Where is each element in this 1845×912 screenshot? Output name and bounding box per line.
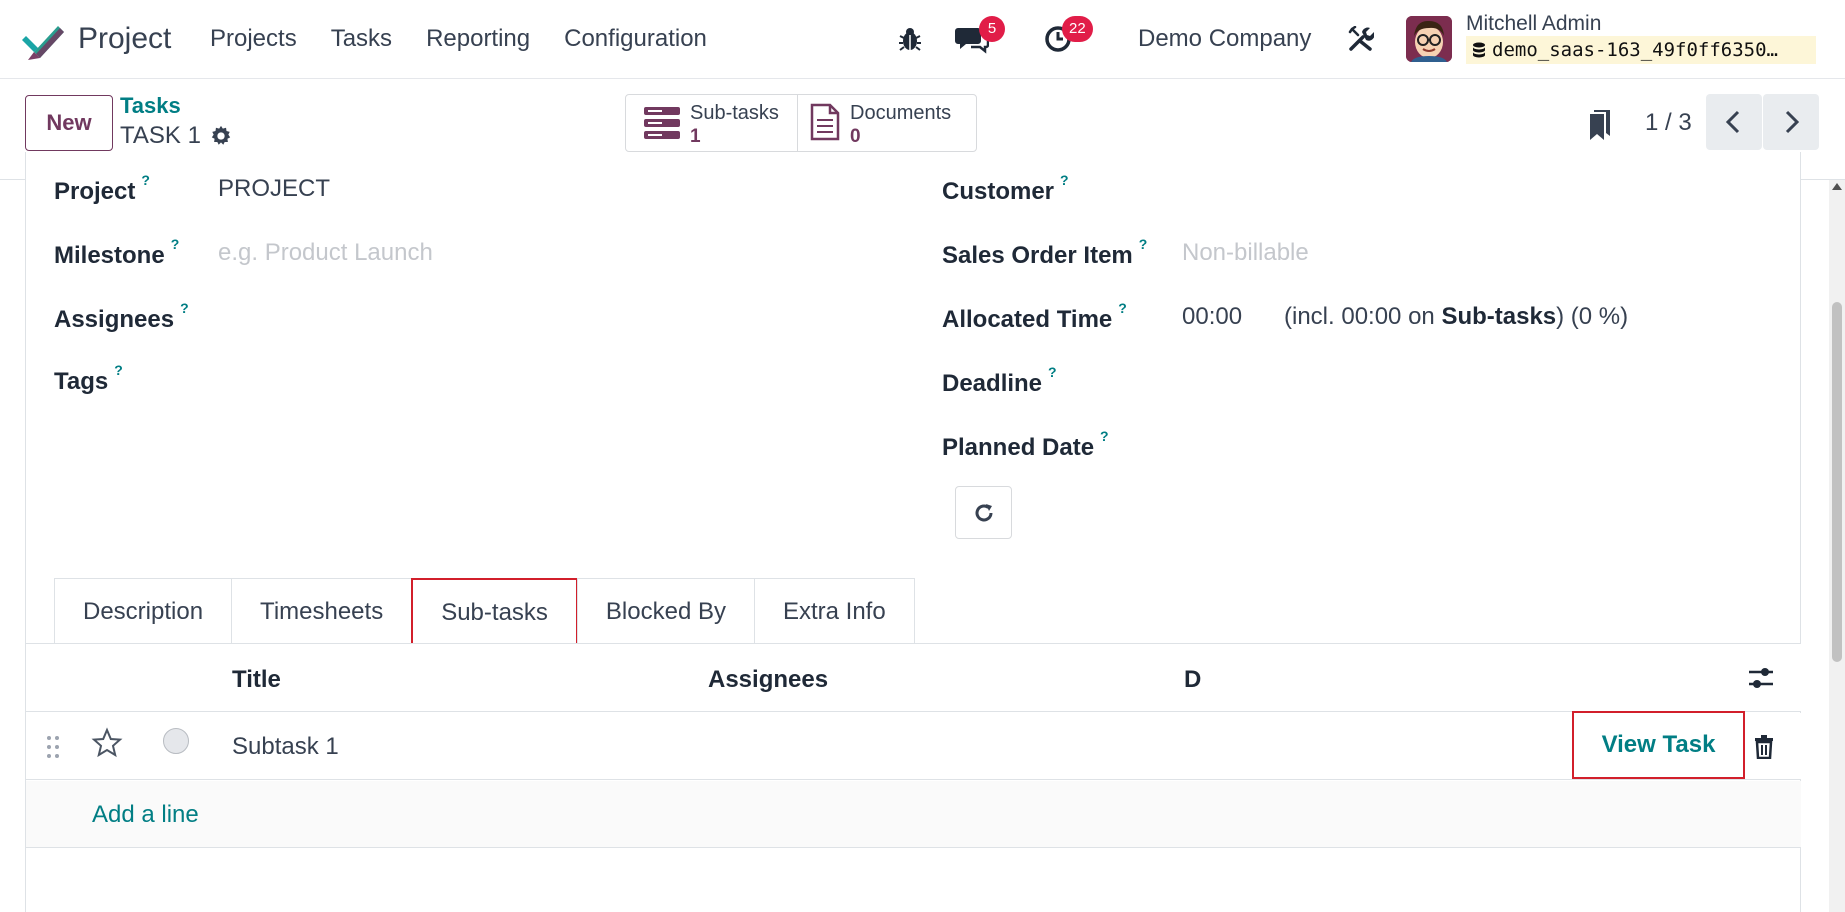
- smart-buttons: Sub-tasks 1 Documents 0: [625, 94, 977, 152]
- database-icon: [1473, 42, 1485, 58]
- pager-next-button[interactable]: [1763, 94, 1819, 150]
- activities-badge: 22: [1062, 16, 1093, 42]
- pager-previous-button[interactable]: [1706, 94, 1762, 150]
- app-brand[interactable]: Project: [20, 20, 171, 60]
- refresh-icon: [975, 504, 993, 522]
- database-name-text: demo_saas-163_49f0ff6350…: [1492, 39, 1778, 61]
- allocated-time-label: Allocated Time?: [942, 300, 1127, 333]
- menu-configuration[interactable]: Configuration: [564, 25, 707, 53]
- notebook-tabs: Description Timesheets Sub-tasks Blocked…: [54, 578, 915, 644]
- gear-icon[interactable]: [210, 125, 232, 147]
- drag-handle-icon[interactable]: [46, 735, 60, 759]
- app-name: Project: [78, 22, 172, 55]
- project-app-icon: [22, 26, 64, 60]
- subtasks-smart-count: 1: [690, 126, 701, 147]
- user-name[interactable]: Mitchell Admin: [1466, 12, 1601, 36]
- tags-label: Tags?: [54, 362, 123, 395]
- company-switcher[interactable]: Demo Company: [1138, 25, 1311, 53]
- column-assignees[interactable]: Assignees: [708, 666, 828, 694]
- breadcrumb-current-task: TASK 1: [120, 122, 201, 149]
- planned-date-label: Planned Date?: [942, 428, 1109, 461]
- priority-star-icon[interactable]: [91, 727, 123, 759]
- project-label: Project?: [54, 172, 150, 205]
- documents-smart-count: 0: [850, 126, 861, 147]
- scrollbar-thumb[interactable]: [1832, 302, 1842, 662]
- bookmark-icon[interactable]: [1588, 108, 1612, 140]
- tab-extra-info[interactable]: Extra Info: [753, 578, 915, 644]
- project-field[interactable]: PROJECT: [218, 175, 330, 203]
- milestone-label: Milestone?: [54, 236, 180, 269]
- breadcrumb-tasks[interactable]: Tasks: [120, 93, 181, 119]
- optional-columns-sliders-icon[interactable]: [1748, 666, 1774, 690]
- subtasks-table-header: Title Assignees D: [26, 644, 1801, 712]
- delete-trash-icon[interactable]: [1754, 735, 1774, 759]
- add-line-row: Add a line: [26, 781, 1801, 848]
- allocated-time-field[interactable]: 00:00: [1182, 303, 1242, 331]
- view-task-button[interactable]: View Task: [1572, 711, 1745, 779]
- assignees-label: Assignees?: [54, 300, 189, 333]
- subtasks-smart-label: Sub-tasks: [690, 102, 779, 124]
- scroll-up-arrow-icon[interactable]: [1832, 183, 1842, 190]
- top-navbar: Project Projects Tasks Reporting Configu…: [0, 0, 1845, 79]
- messages-badge: 5: [979, 16, 1005, 42]
- add-a-line-link[interactable]: Add a line: [92, 801, 199, 829]
- page-scrollbar[interactable]: [1829, 180, 1845, 912]
- pager-value[interactable]: 1 / 3: [1645, 109, 1692, 137]
- milestone-field[interactable]: e.g. Product Launch: [218, 239, 433, 267]
- settings-tools-icon[interactable]: [1348, 26, 1374, 52]
- menu-tasks[interactable]: Tasks: [331, 25, 392, 53]
- database-name: demo_saas-163_49f0ff6350…: [1466, 36, 1816, 64]
- allocated-time-subtasks-info: (incl. 00:00 on Sub-tasks) (0 %): [1284, 303, 1629, 330]
- chevron-right-icon: [1785, 110, 1800, 134]
- refresh-button[interactable]: [955, 486, 1012, 539]
- column-title[interactable]: Title: [232, 666, 281, 694]
- documents-smart-button[interactable]: Documents 0: [798, 95, 976, 151]
- customer-label: Customer?: [942, 172, 1069, 205]
- main-menu: Projects Tasks Reporting Configuration: [210, 25, 707, 53]
- documents-smart-label: Documents: [850, 102, 952, 124]
- sales-order-item-label: Sales Order Item?: [942, 236, 1148, 269]
- debug-bug-icon[interactable]: [898, 26, 922, 52]
- chevron-left-icon: [1725, 110, 1740, 134]
- tab-subtasks[interactable]: Sub-tasks: [411, 578, 578, 644]
- user-avatar-face-icon: [1406, 16, 1452, 62]
- deadline-label: Deadline?: [942, 364, 1057, 397]
- new-button[interactable]: New: [25, 95, 113, 151]
- column-deadline[interactable]: D: [1184, 666, 1201, 694]
- menu-projects[interactable]: Projects: [210, 25, 297, 53]
- task-state-circle[interactable]: [163, 728, 189, 754]
- tab-blocked-by[interactable]: Blocked By: [576, 578, 755, 644]
- user-avatar[interactable]: [1406, 16, 1452, 62]
- tab-description[interactable]: Description: [54, 578, 233, 644]
- document-file-icon: [810, 103, 840, 141]
- table-row[interactable]: Subtask 1 View Task: [26, 711, 1801, 780]
- subtasks-list-icon: [644, 107, 680, 139]
- menu-reporting[interactable]: Reporting: [426, 25, 530, 53]
- subtask-title[interactable]: Subtask 1: [232, 733, 339, 761]
- tab-timesheets[interactable]: Timesheets: [231, 578, 413, 644]
- sales-order-item-field[interactable]: Non-billable: [1182, 239, 1309, 267]
- subtasks-smart-button[interactable]: Sub-tasks 1: [626, 95, 798, 151]
